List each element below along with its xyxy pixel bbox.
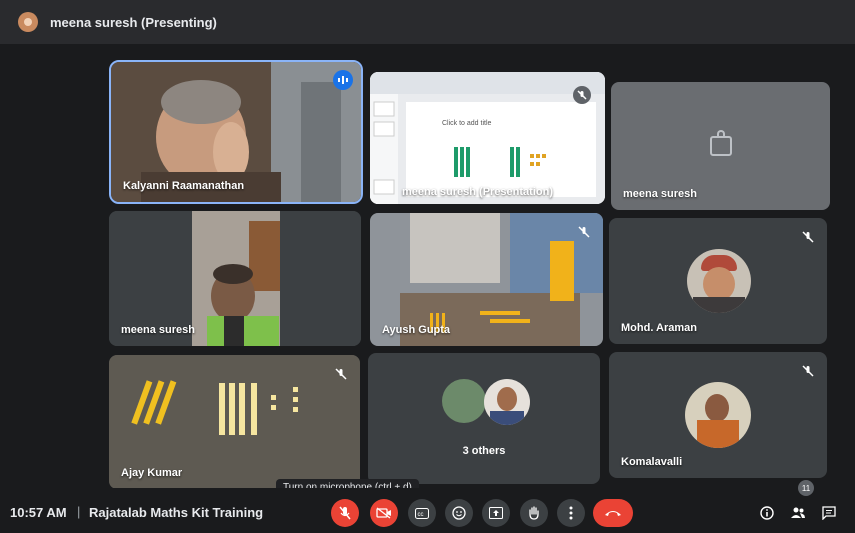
mic-off-icon — [573, 86, 591, 104]
participant-name: meena suresh (Presentation) — [402, 186, 553, 198]
mic-off-icon — [575, 223, 593, 241]
hang-up-button[interactable] — [593, 499, 633, 527]
people-button[interactable] — [789, 504, 807, 522]
participant-name: Komalavalli — [621, 456, 683, 468]
participant-name: Ayush Gupta — [382, 324, 451, 336]
chat-icon — [822, 506, 836, 520]
mic-off-icon — [799, 362, 817, 380]
present-button[interactable] — [482, 499, 510, 527]
svg-text:cc: cc — [418, 512, 424, 518]
participant-name: Kalyanni Raamanathan — [123, 180, 245, 192]
tile-others[interactable]: 3 others — [368, 353, 600, 484]
camera-toggle-button[interactable] — [370, 499, 398, 527]
slide-placeholder: Click to add title — [442, 120, 492, 127]
tile-presentation[interactable]: Click to add title meena suresh (Present… — [370, 72, 605, 204]
avatar — [484, 379, 530, 425]
participant-name: meena suresh — [121, 324, 195, 336]
tile-mohd[interactable]: Mohd. Araman — [609, 218, 827, 344]
info-icon — [760, 506, 774, 520]
raise-hand-button[interactable] — [520, 499, 548, 527]
mic-off-icon — [799, 228, 817, 246]
emoji-icon — [452, 506, 466, 520]
presenter-bar: meena suresh (Presenting) — [0, 0, 855, 44]
participants-count-badge: 11 — [798, 480, 814, 496]
tile-meena-self[interactable]: meena suresh — [611, 82, 830, 210]
lock-icon — [710, 130, 732, 156]
mic-off-icon — [339, 506, 351, 520]
hang-up-icon — [605, 511, 621, 516]
captions-button[interactable]: cc — [408, 499, 436, 527]
participant-name: Ajay Kumar — [121, 467, 183, 479]
separator: | — [77, 504, 81, 519]
emoji-button[interactable] — [445, 499, 473, 527]
avatar — [442, 379, 486, 423]
presentation-screen — [370, 72, 605, 204]
others-count: 3 others — [462, 445, 506, 457]
clock: 10:57 AM — [10, 505, 67, 520]
bottom-control-bar: 10:57 AM | Rajatalab Maths Kit Training … — [0, 488, 855, 533]
avatar — [687, 249, 751, 313]
avatar — [685, 382, 751, 448]
captions-icon: cc — [415, 507, 429, 519]
tile-ajay[interactable]: Ajay Kumar — [109, 355, 360, 489]
more-options-button[interactable] — [557, 499, 585, 527]
raise-hand-icon — [529, 506, 539, 520]
camera-off-icon — [376, 507, 391, 519]
mic-off-icon — [332, 365, 350, 383]
present-icon — [489, 507, 503, 519]
tile-ayush[interactable]: Ayush Gupta — [370, 213, 603, 346]
meeting-info-button[interactable] — [758, 504, 776, 522]
tile-kalyanni[interactable]: Kalyanni Raamanathan — [109, 60, 363, 204]
more-options-icon — [569, 506, 573, 520]
meeting-title: Rajatalab Maths Kit Training — [89, 505, 264, 520]
presenter-avatar — [18, 12, 38, 32]
mic-toggle-button[interactable] — [331, 499, 359, 527]
tile-komalavalli[interactable]: Komalavalli — [609, 352, 827, 478]
chat-button[interactable] — [820, 504, 838, 522]
participant-name: Mohd. Araman — [621, 322, 697, 334]
people-icon — [791, 507, 805, 518]
participant-name: meena suresh — [623, 188, 697, 200]
tile-meena-camera[interactable]: meena suresh — [109, 211, 361, 346]
presenter-title: meena suresh (Presenting) — [50, 14, 217, 30]
speaking-indicator-icon — [333, 70, 353, 90]
